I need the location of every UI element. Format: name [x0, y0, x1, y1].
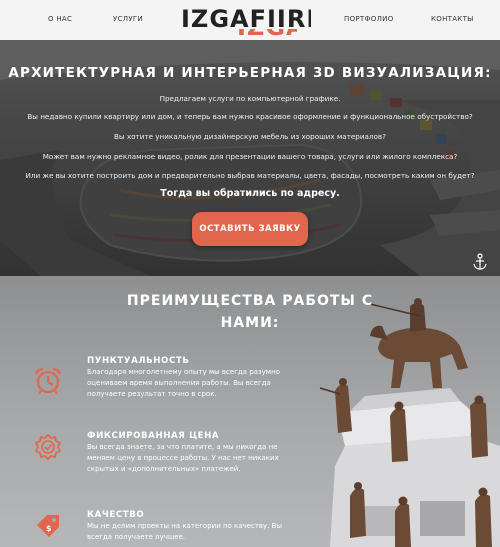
nav-portfolio[interactable]: ПОРТФОЛИО [344, 15, 394, 23]
hero-line: Может вам нужно рекламное видео, ролик д… [42, 152, 458, 161]
logo-accent: IZGAFIIRI [237, 29, 297, 40]
hero-line: Вы хотите уникальную дизайнерскую мебель… [114, 132, 386, 141]
hero-line: Вы недавно купили квартиру или дом, и те… [27, 112, 473, 121]
leave-request-button[interactable]: ОСТАВИТЬ ЗАЯВКУ [192, 212, 308, 246]
feature-title: ПУНКТУАЛЬНОСТЬ [87, 356, 190, 366]
anchor-icon[interactable] [472, 253, 488, 271]
hero-strong-text: Тогда вы обратились по адресу. [160, 188, 340, 199]
advantages-section: ПРЕИМУЩЕСТВА РАБОТЫ С НАМИ: ПУНКТУАЛЬНОС… [0, 276, 500, 547]
price-tag-icon: $ [37, 515, 59, 537]
hero-line: Или же вы хотите построить дом и предвар… [25, 171, 475, 180]
feature-text: Вы всегда знаете, за что платите, а мы н… [87, 443, 279, 474]
feature-title: КАЧЕСТВО [87, 510, 145, 520]
nav-services[interactable]: УСЛУГИ [113, 15, 143, 23]
feature-text: Благодаря многолетнему опыту мы всегда р… [87, 368, 280, 399]
badge-check-icon [34, 433, 62, 461]
hero-section: АРХИТЕКТУРНАЯ И ИНТЕРЬЕРНАЯ 3D ВИЗУАЛИЗА… [0, 40, 500, 276]
feature-text: Мы не делим проекты на категории по каче… [87, 522, 282, 542]
hero-title: АРХИТЕКТУРНАЯ И ИНТЕРЬЕРНАЯ 3D ВИЗУАЛИЗА… [8, 65, 492, 81]
hero-line: Предлагаем услуги по компьютерной график… [159, 94, 341, 103]
site-header: О НАС УСЛУГИ IZGAFIIRI IZGAFIIRI ПОРТФОЛ… [0, 0, 500, 40]
nav-contacts[interactable]: КОНТАКТЫ [431, 15, 474, 23]
advantages-title: ПРЕИМУЩЕСТВА РАБОТЫ С НАМИ: [126, 293, 374, 331]
nav-about[interactable]: О НАС [48, 15, 72, 23]
alarm-clock-icon [34, 367, 62, 395]
svg-text:$: $ [46, 524, 52, 533]
site-logo[interactable]: IZGAFIIRI IZGAFIIRI [181, 2, 311, 40]
feature-title: ФИКСИРОВАННАЯ ЦЕНА [87, 431, 220, 441]
